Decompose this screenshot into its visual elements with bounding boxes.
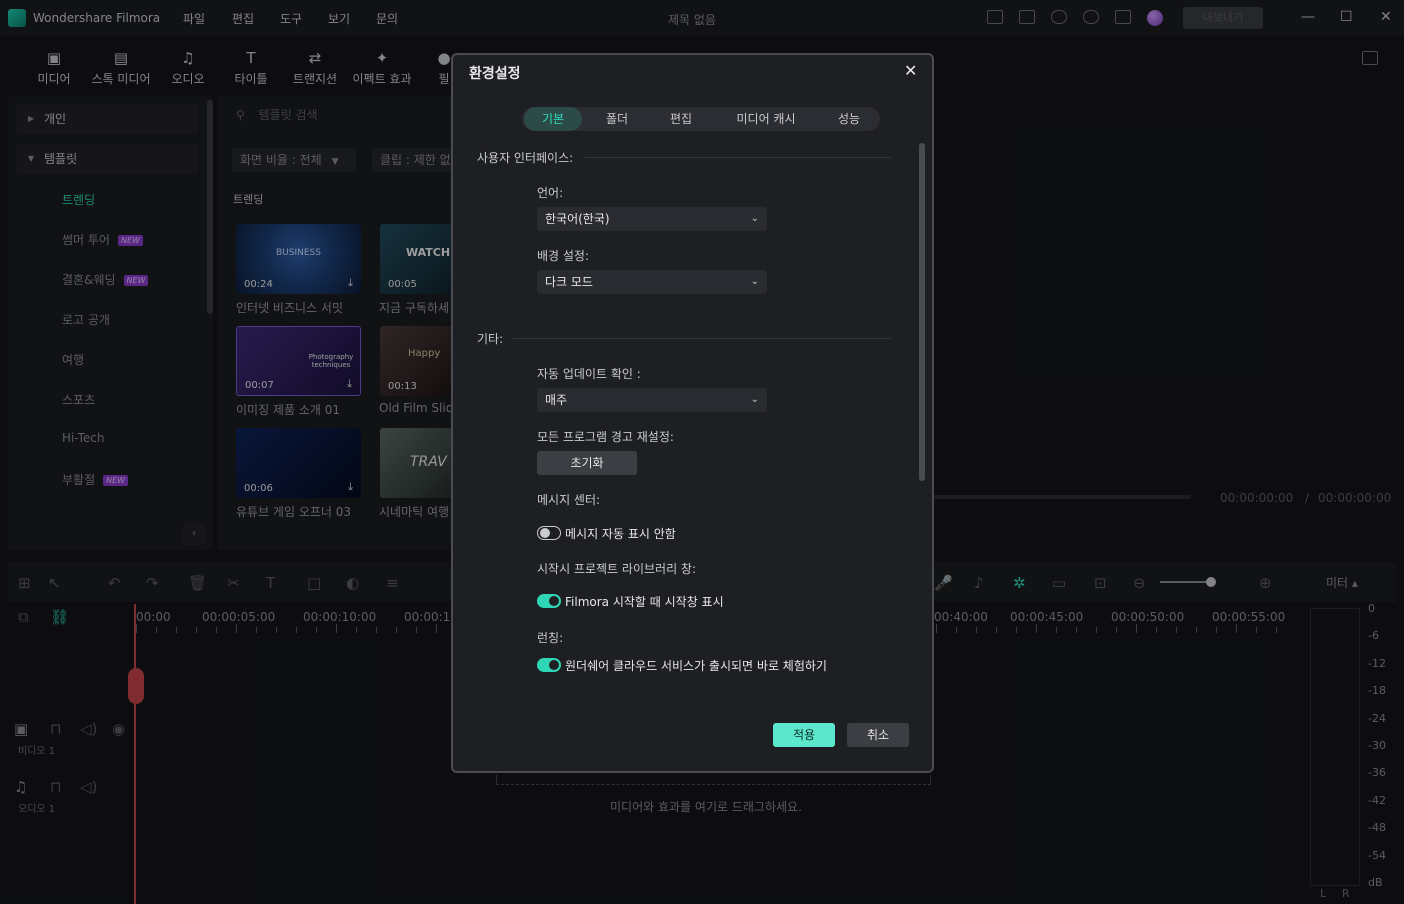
other-group-title: 기타: xyxy=(477,332,504,346)
preferences-tabs: 기본 폴더 편집 미디어 캐시 성능 xyxy=(522,107,880,131)
message-center-toggle[interactable] xyxy=(537,526,561,540)
preferences-dialog: 환경설정 ✕ 기본 폴더 편집 미디어 캐시 성능 사용자 인터페이스: 언어:… xyxy=(451,53,934,773)
message-center-label: 메시지 센터: xyxy=(537,493,601,507)
tab-editing[interactable]: 편집 xyxy=(652,107,710,131)
tab-folder[interactable]: 폴더 xyxy=(588,107,646,131)
reset-button[interactable]: 초기화 xyxy=(537,451,637,475)
chevron-down-icon: ⌄ xyxy=(750,276,759,287)
dialog-title: 환경설정 xyxy=(469,66,521,82)
reset-warnings-label: 모든 프로그램 경고 재설정: xyxy=(537,430,674,444)
cloud-launch-toggle[interactable] xyxy=(537,658,561,672)
project-library-label: 시작시 프로젝트 라이브러리 창: xyxy=(537,562,697,576)
launch-label: 런칭: xyxy=(537,631,564,645)
divider xyxy=(585,157,891,158)
close-icon[interactable]: ✕ xyxy=(904,61,917,80)
tab-media-cache[interactable]: 미디어 캐시 xyxy=(718,107,814,131)
theme-label: 배경 설정: xyxy=(537,249,590,263)
language-label: 언어: xyxy=(537,186,564,200)
project-library-toggle[interactable] xyxy=(537,594,561,608)
update-frequency-select[interactable]: 매주 ⌄ xyxy=(537,388,767,412)
cloud-launch-toggle-label: 원더쉐어 클라우드 서비스가 출시되면 바로 체험하기 xyxy=(565,659,827,673)
dialog-scrollbar[interactable] xyxy=(919,143,925,481)
tab-performance[interactable]: 성능 xyxy=(820,107,878,131)
cancel-button[interactable]: 취소 xyxy=(847,723,909,747)
theme-select[interactable]: 다크 모드 ⌄ xyxy=(537,270,767,294)
chevron-down-icon: ⌄ xyxy=(750,394,759,405)
language-select[interactable]: 한국어(한국) ⌄ xyxy=(537,207,767,231)
chevron-down-icon: ⌄ xyxy=(750,213,759,224)
divider xyxy=(513,338,891,339)
message-center-toggle-label: 메시지 자동 표시 안함 xyxy=(565,527,676,541)
tab-general[interactable]: 기본 xyxy=(524,107,582,131)
apply-button[interactable]: 적용 xyxy=(773,723,835,747)
update-label: 자동 업데이트 확인 : xyxy=(537,367,641,381)
ui-group-title: 사용자 인터페이스: xyxy=(477,151,574,165)
project-library-toggle-label: Filmora 시작할 때 시작창 표시 xyxy=(565,595,724,609)
